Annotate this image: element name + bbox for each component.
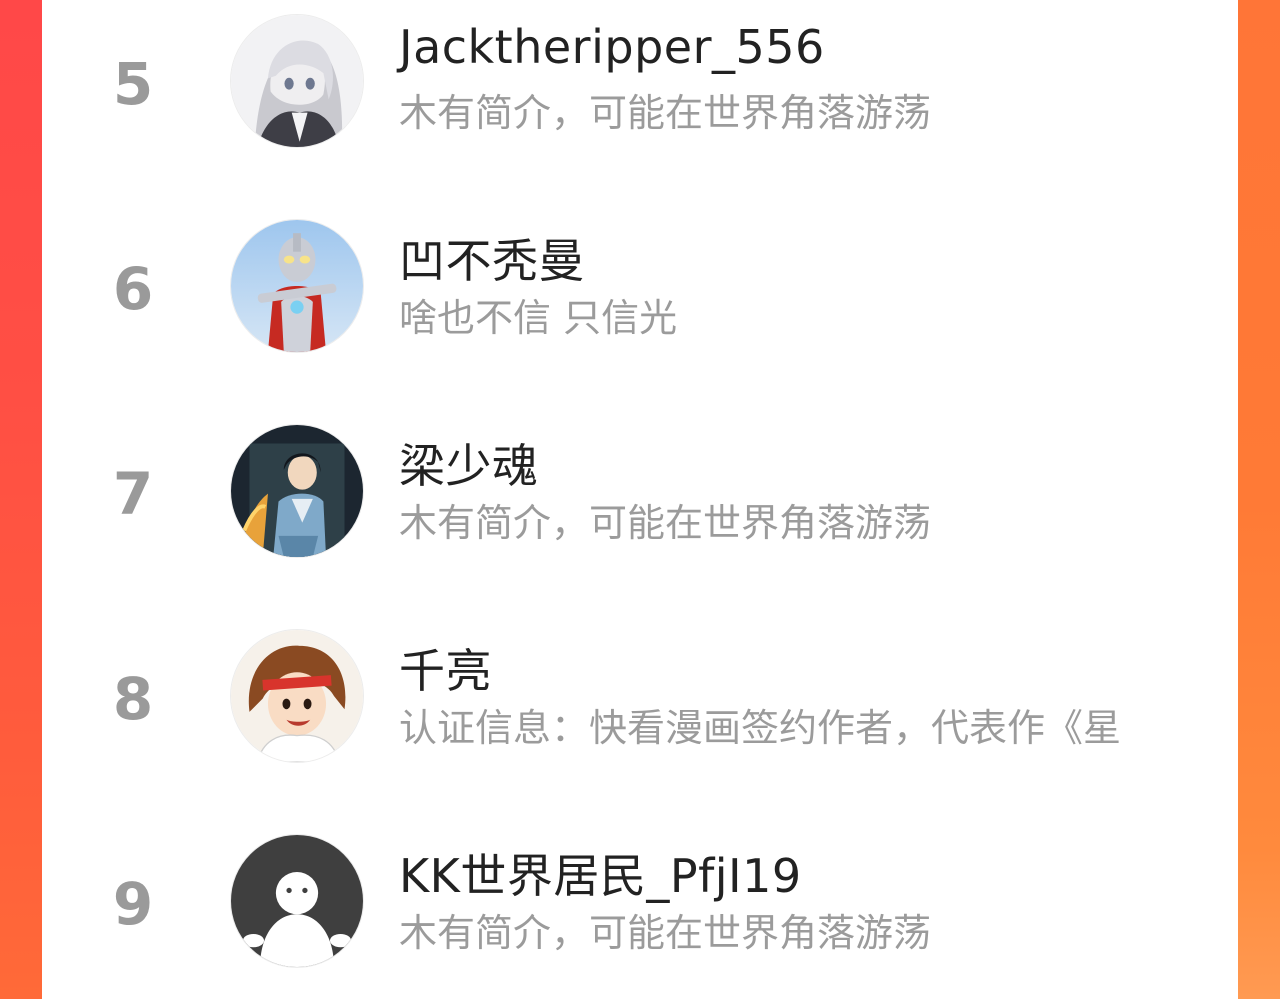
rank-number: 6 [112,255,154,323]
user-name[interactable]: 千亮 [399,635,492,701]
user-name[interactable]: 凹不秃曼 [399,225,585,291]
ranking-row-8[interactable]: 8 千亮 认证信息：快看漫画签约作者，代表作《星 [42,615,1238,820]
right-background-edge [1238,0,1280,999]
ancient-hero-avatar-image [231,425,363,557]
manga-boy-avatar-image [231,630,363,762]
ultraman-avatar[interactable] [230,219,364,353]
anime-girl-avatar-image [231,15,363,147]
user-name[interactable]: Jacktheripper_556 [399,20,825,74]
rank-number: 7 [112,460,154,528]
user-bio: 认证信息：快看漫画签约作者，代表作《星 [399,706,1122,750]
ranking-list-card: 5 Jacktheripper_556 木有简介，可能在世界角落游荡 6 凹不秃… [42,0,1238,999]
user-bio: 木有简介，可能在世界角落游荡 [399,91,932,135]
rank-number: 8 [112,665,154,733]
manga-boy-avatar[interactable] [230,629,364,763]
default-ghost-avatar-image [231,835,363,967]
rank-number: 5 [112,50,154,118]
ranking-row-9[interactable]: 9 KK世界居民_PfjI19 木有简介，可能在世界角落游荡 [42,820,1238,999]
ranking-row-7[interactable]: 7 梁少魂 木有简介，可能在世界角落游荡 [42,410,1238,615]
ranking-row-6[interactable]: 6 凹不秃曼 啥也不信 只信光 [42,205,1238,410]
anime-girl-avatar[interactable] [230,14,364,148]
user-bio: 啥也不信 只信光 [399,296,678,340]
user-name[interactable]: 梁少魂 [399,430,539,496]
user-name[interactable]: KK世界居民_PfjI19 [399,840,802,906]
rank-number: 9 [112,870,154,938]
user-bio: 木有简介，可能在世界角落游荡 [399,501,932,545]
ancient-hero-avatar[interactable] [230,424,364,558]
ultraman-avatar-image [231,220,363,352]
default-ghost-avatar[interactable] [230,834,364,968]
ranking-row-5[interactable]: 5 Jacktheripper_556 木有简介，可能在世界角落游荡 [42,0,1238,205]
user-bio: 木有简介，可能在世界角落游荡 [399,911,932,955]
left-background-edge [0,0,42,999]
